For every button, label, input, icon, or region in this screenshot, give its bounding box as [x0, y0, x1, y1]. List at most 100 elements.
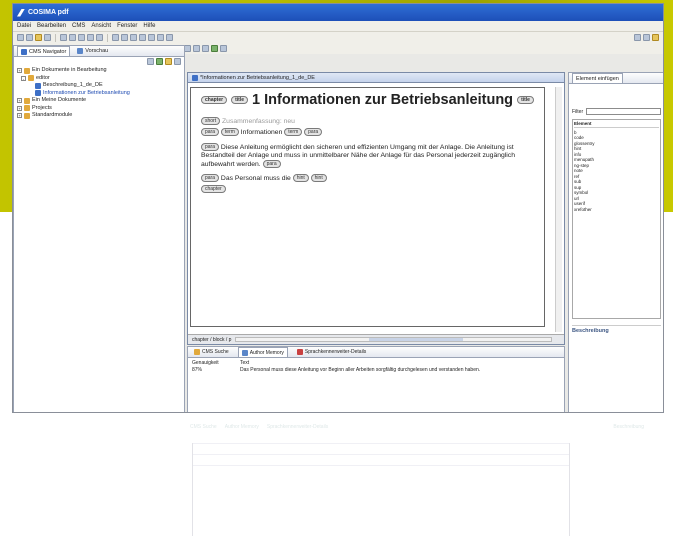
editor-content[interactable]: chapter title 1 Informationen zur Betrie…	[190, 87, 545, 327]
tab-cms-navigator[interactable]: CMS Navigator	[17, 46, 71, 56]
tab-language-details[interactable]: Sprachkennerweiter-Details	[294, 347, 369, 357]
chapter-tag[interactable]: chapter	[201, 96, 228, 105]
menu-window[interactable]: Fenster	[117, 23, 137, 29]
folder-icon[interactable]	[165, 58, 172, 65]
info-line: para term Informationen term para	[201, 128, 534, 137]
tab-label: CMS Suche	[202, 349, 229, 355]
print-icon[interactable]	[44, 34, 51, 41]
para-end-tag[interactable]: para	[262, 159, 281, 168]
editor-tab-title: *Informationen zur Betriebsanleitung_1_d…	[200, 74, 315, 81]
undo-icon[interactable]	[87, 34, 94, 41]
cut-icon[interactable]	[60, 34, 67, 41]
tree-item-selected[interactable]: Informationen zur Betriebsanleitung	[17, 90, 181, 98]
element-insert-panel: Element einfügen Filter Element b code g…	[568, 72, 663, 412]
new-icon[interactable]	[17, 34, 24, 41]
tab-author-memory[interactable]: Author Memory	[237, 347, 288, 357]
expand-icon[interactable]: +	[17, 113, 22, 119]
redo-icon[interactable]	[96, 34, 103, 41]
menu-file[interactable]: Datei	[17, 23, 31, 29]
tree-item-label: Informationen zur Betriebsanleitung	[43, 89, 130, 96]
folder-icon	[24, 67, 30, 74]
spellcheck-icon[interactable]	[130, 34, 137, 41]
format-icon[interactable]	[184, 45, 191, 52]
tab-element-insert[interactable]: Element einfügen	[572, 73, 623, 83]
paste-icon[interactable]	[78, 34, 85, 41]
tab-cms-search[interactable]: CMS Suche	[191, 347, 232, 357]
heading-text: 1 Informationen zur Betriebsanleitung	[252, 92, 514, 108]
format-icon[interactable]	[202, 45, 209, 52]
element-list[interactable]: Element b code glossentry hint info menu…	[572, 119, 661, 319]
menu-view[interactable]: Ansicht	[91, 23, 111, 29]
element-path: chapter / block / p	[192, 336, 232, 343]
expand-icon[interactable]: +	[17, 105, 22, 111]
para-end-tag[interactable]: para	[304, 128, 323, 136]
navigator-toolbar	[14, 57, 184, 66]
collapse-all-icon[interactable]	[147, 58, 154, 65]
title-tag[interactable]: title	[231, 96, 248, 105]
menu-bar: Datei Bearbeiten CMS Ansicht Fenster Hil…	[13, 21, 663, 32]
list-icon[interactable]	[166, 34, 173, 41]
expand-icon[interactable]: +	[17, 68, 22, 74]
term-end-tag[interactable]: term	[284, 128, 303, 136]
tree-item-label: Beschreibung_1_de_DE	[43, 82, 103, 88]
perspective-icon[interactable]	[643, 34, 650, 41]
image-icon[interactable]	[157, 34, 164, 41]
short-tag[interactable]: short	[201, 117, 221, 125]
menu-edit[interactable]: Bearbeiten	[37, 23, 66, 29]
refresh-icon[interactable]	[156, 58, 163, 65]
tree-item-label: Standardmodule	[32, 112, 73, 118]
run-icon[interactable]	[211, 45, 218, 52]
filter-row: Filter	[569, 104, 663, 119]
expand-icon[interactable]: +	[17, 98, 22, 104]
hint-tag[interactable]: hint	[292, 174, 309, 183]
title-end-tag[interactable]: title	[517, 96, 534, 105]
table-icon[interactable]	[148, 34, 155, 41]
title-bar: COSIMA pdf	[13, 4, 663, 21]
summary-line: short Zusammenfassung: neu	[201, 117, 534, 125]
list-item[interactable]: xrefother	[574, 207, 659, 213]
tree-item[interactable]: - editor	[17, 75, 181, 83]
chapter-end-tag[interactable]: chapter	[201, 185, 226, 194]
tree-item[interactable]: Beschreibung_1_de_DE	[17, 82, 181, 90]
table-row[interactable]: 87% Das Personal muss diese Anleitung vo…	[192, 367, 560, 374]
folder-icon	[24, 105, 30, 112]
open-folder-icon[interactable]	[35, 34, 42, 41]
chapter-end-line: chapter	[201, 185, 534, 194]
format-icon[interactable]	[193, 45, 200, 52]
bookmark-icon[interactable]	[220, 45, 227, 52]
replace-icon[interactable]	[121, 34, 128, 41]
copy-icon[interactable]	[69, 34, 76, 41]
link-icon[interactable]	[139, 34, 146, 41]
save-icon[interactable]	[26, 34, 33, 41]
cms-navigator-panel: CMS Navigator Vorschau + Ein Dokumente i…	[13, 45, 185, 412]
tree-item[interactable]: + Ein Meine Dokumente	[17, 97, 181, 105]
menu-help[interactable]: Hilfe	[143, 23, 155, 29]
perspective-icon[interactable]	[652, 34, 659, 41]
editor-horizontal-scrollbar[interactable]	[235, 337, 552, 342]
bottom-tabs: CMS Suche Author Memory Sprachkennerweit…	[188, 347, 564, 358]
tree-item[interactable]: + Projects	[17, 105, 181, 113]
menu-icon[interactable]	[174, 58, 181, 65]
editor-tab[interactable]: *Informationen zur Betriebsanleitung_1_d…	[188, 73, 564, 83]
tab-preview[interactable]: Vorschau	[74, 46, 111, 56]
perspective-switcher	[634, 34, 663, 41]
tab-label: Sprachkennerweiter-Details	[304, 349, 367, 355]
tree-item[interactable]: + Standardmodule	[17, 112, 181, 120]
hint-end-tag[interactable]: hint	[310, 174, 327, 183]
editor-vertical-scrollbar[interactable]	[555, 87, 562, 332]
paragraph-block: para Das Personal muss die hint hint	[201, 174, 534, 183]
find-icon[interactable]	[112, 34, 119, 41]
tree-item-label: Ein Dokumente in Bearbeitung	[32, 67, 107, 73]
collapse-icon[interactable]: -	[21, 75, 26, 81]
tab-label: Author Memory	[249, 349, 284, 356]
perspective-icon[interactable]	[634, 34, 641, 41]
para-tag[interactable]: para	[201, 128, 220, 136]
filter-input[interactable]	[586, 108, 661, 115]
tree-item[interactable]: + Ein Dokumente in Bearbeitung	[17, 67, 181, 75]
paragraph-text: Diese Anleitung ermöglicht den sicheren …	[201, 143, 515, 168]
menu-cms[interactable]: CMS	[72, 23, 85, 29]
para-tag[interactable]: para	[201, 142, 220, 151]
para-tag[interactable]: para	[201, 174, 220, 183]
navigator-icon	[21, 48, 27, 55]
term-tag[interactable]: term	[220, 128, 239, 136]
